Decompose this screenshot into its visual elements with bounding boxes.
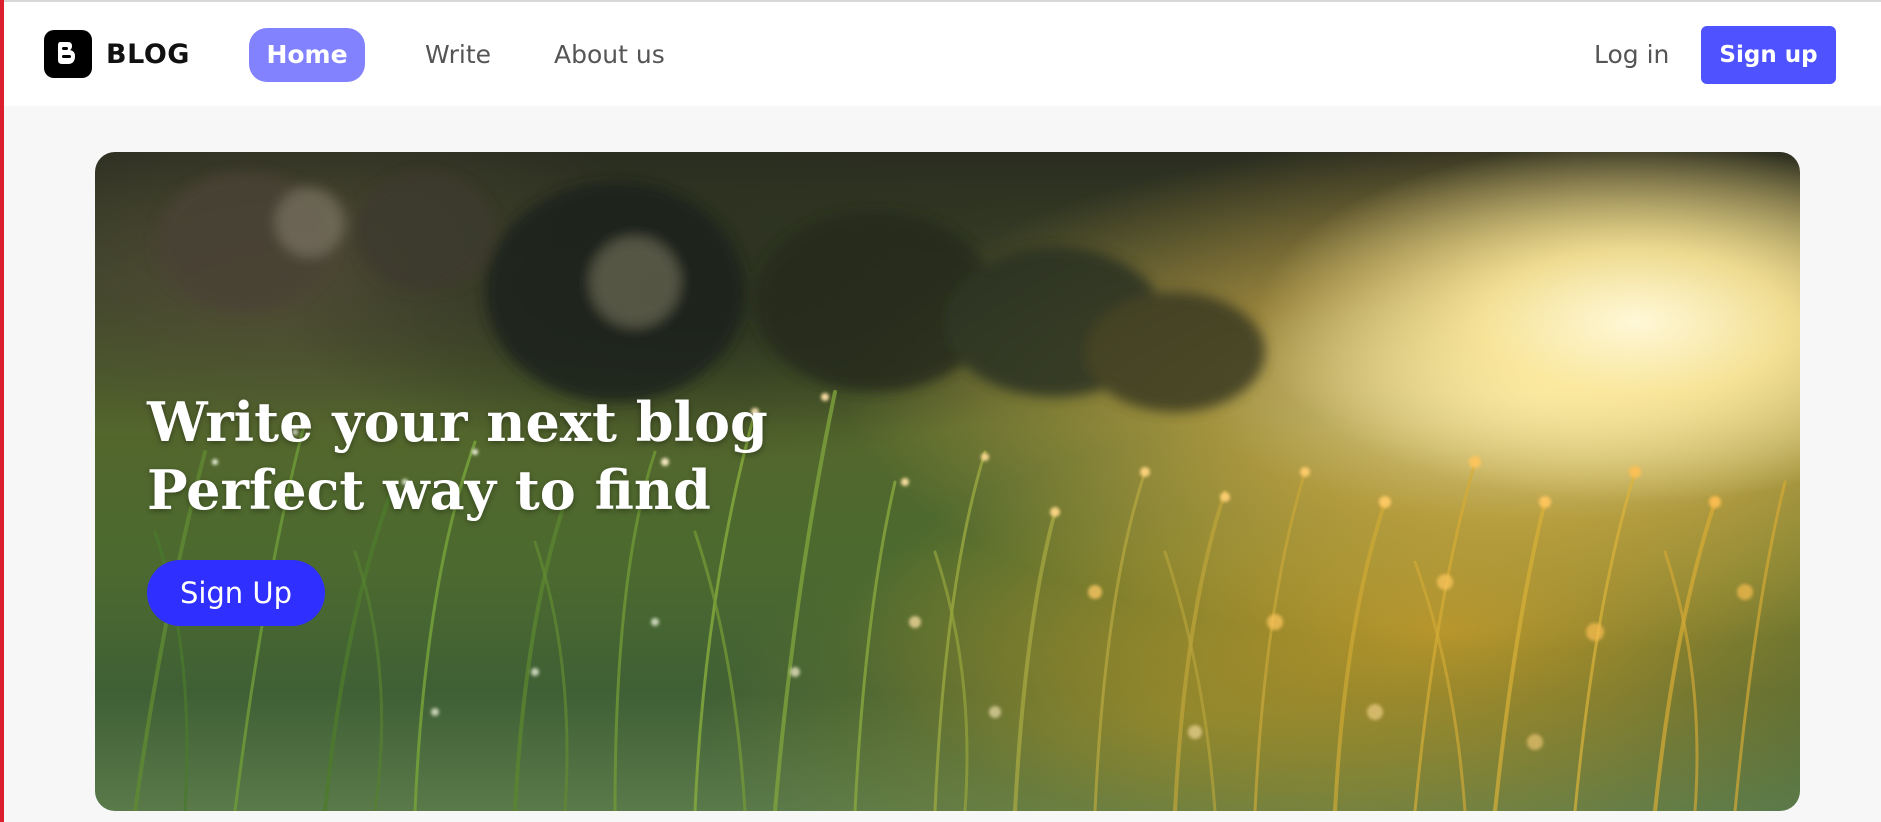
login-link[interactable]: Log in — [1594, 28, 1669, 82]
window-left-border — [0, 0, 4, 822]
blogger-logo-icon — [44, 30, 92, 78]
brand-logo[interactable]: BLOG — [44, 30, 190, 78]
hero-signup-button[interactable]: Sign Up — [147, 560, 325, 626]
hero-title: Write your next blog Perfect way to find — [147, 388, 768, 524]
hero-title-line-1: Write your next blog — [147, 390, 768, 454]
hero-title-line-2: Perfect way to find — [147, 458, 711, 522]
nav-write-link[interactable]: Write — [425, 28, 491, 82]
brand-name: BLOG — [106, 38, 190, 70]
navbar: BLOG Home Write About us Log in Sign up — [4, 2, 1881, 106]
nav-home-link[interactable]: Home — [249, 28, 365, 82]
hero-banner: Write your next blog Perfect way to find… — [95, 152, 1800, 811]
signup-button[interactable]: Sign up — [1701, 26, 1836, 84]
nav-about-link[interactable]: About us — [554, 28, 665, 82]
